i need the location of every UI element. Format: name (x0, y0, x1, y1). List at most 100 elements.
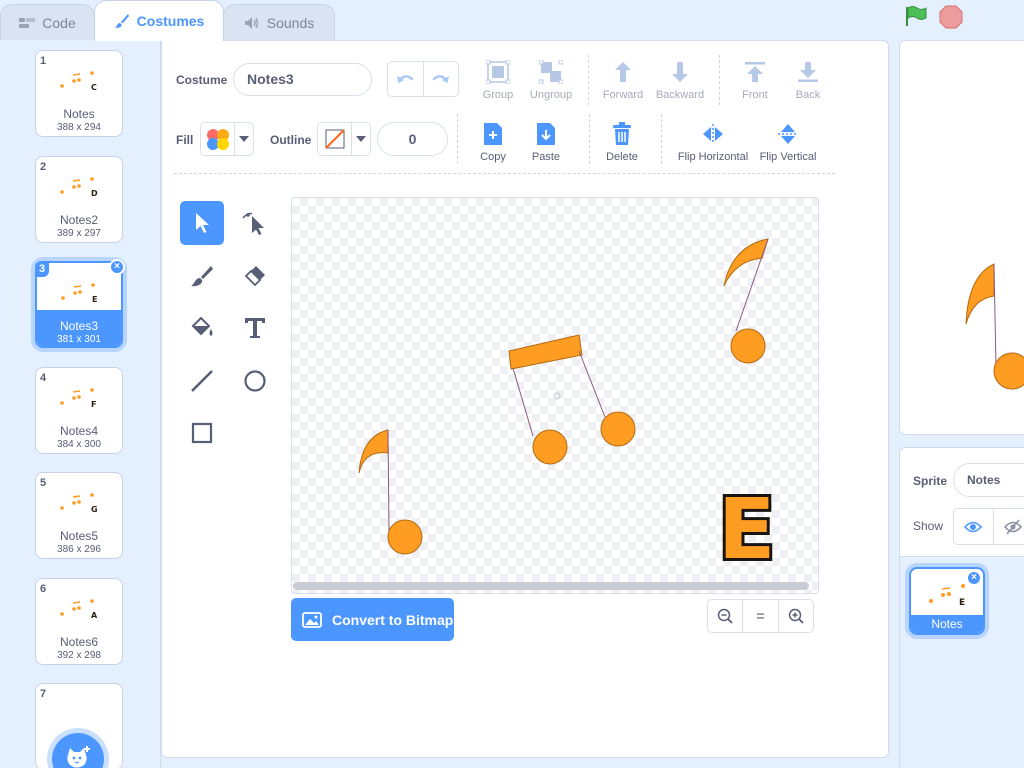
copy-label: Copy (480, 151, 506, 163)
horizontal-scrollbar[interactable] (293, 582, 809, 590)
circle-tool[interactable] (233, 359, 277, 403)
show-hidden-button[interactable] (992, 509, 1024, 544)
reshape-cursor-icon (242, 212, 264, 235)
sprite-info-panel: Sprite Notes Show (899, 447, 1024, 557)
paint-editor: Costume Notes3 Group Ungroup Forward Bac… (161, 40, 889, 758)
back-button[interactable]: Back (778, 59, 838, 101)
fill-tool[interactable] (180, 306, 224, 350)
costume-number: 4 (40, 372, 47, 384)
costume-thumb-letter: D (91, 189, 98, 198)
costume-name: Notes6 (59, 635, 99, 649)
flip-vertical-button[interactable]: Flip Vertical (757, 121, 819, 163)
delete-sprite-icon[interactable]: × (966, 570, 982, 586)
stop-button[interactable] (939, 5, 963, 34)
eye-icon (964, 521, 983, 532)
paste-label: Paste (531, 151, 561, 163)
eraser-icon (244, 266, 265, 287)
costume-thumbnail: E (61, 283, 97, 304)
brush-tool[interactable] (180, 254, 224, 298)
forward-button[interactable]: Forward (593, 59, 653, 101)
sprite-name-input[interactable]: Notes (953, 463, 1024, 497)
undo-icon (397, 75, 414, 83)
delete-costume-icon[interactable]: × (109, 259, 125, 275)
zoom-in-button[interactable] (777, 600, 813, 632)
text-tool[interactable] (233, 306, 277, 350)
costume-item[interactable]: 2 D Notes2 389 x 297 (35, 156, 123, 243)
select-tool[interactable] (180, 201, 224, 245)
forward-icon (615, 61, 631, 82)
costume-list: 1 C Notes 388 x 294 2 D Notes2 389 x 297… (0, 40, 161, 768)
copy-button[interactable]: Copy (463, 121, 523, 163)
outline-color-picker[interactable] (317, 122, 371, 156)
flip-horizontal-button[interactable]: Flip Horizontal (672, 121, 754, 163)
costume-name: Notes2 (59, 213, 99, 227)
flip-horizontal-icon (703, 123, 723, 144)
outline-width-input[interactable]: 0 (377, 122, 448, 156)
group-icon (486, 59, 510, 84)
show-label: Show (913, 519, 944, 533)
costume-thumbnail: F (60, 388, 96, 409)
text-icon (245, 318, 265, 338)
costume-item[interactable]: 6 A Notes6 392 x 298 (35, 578, 123, 665)
stage-preview[interactable] (899, 40, 1024, 435)
green-flag-button[interactable] (904, 5, 928, 32)
back-label: Back (795, 89, 821, 101)
fill-color-picker[interactable] (200, 122, 254, 156)
costume-number: 5 (40, 477, 47, 489)
front-button[interactable]: Front (725, 59, 785, 101)
tab-sounds-label: Sounds (266, 15, 315, 31)
sprite-thumb-letter: E (959, 598, 965, 608)
green-flag-icon (906, 6, 927, 26)
backward-label: Backward (655, 89, 705, 101)
outline-swatch (318, 123, 352, 155)
front-icon (745, 61, 765, 82)
eye-off-icon (1003, 519, 1022, 534)
costume-name: Notes (63, 107, 95, 121)
rectangle-tool[interactable] (180, 411, 224, 455)
forward-label: Forward (602, 89, 644, 101)
reshape-tool[interactable] (233, 201, 277, 245)
costume-item[interactable]: 4 F Notes4 384 x 300 (35, 367, 123, 454)
flip-vertical-icon (778, 123, 798, 144)
costume-item-selected[interactable]: 3 × E Notes3 381 x 301 (35, 259, 125, 348)
group-button[interactable]: Group (468, 59, 528, 101)
costume-name-input[interactable]: Notes3 (233, 63, 372, 96)
redo-icon (432, 75, 449, 83)
undo-button[interactable] (388, 62, 423, 96)
eraser-tool[interactable] (233, 254, 277, 298)
ungroup-button[interactable]: Ungroup (521, 59, 581, 101)
backward-button[interactable]: Backward (650, 59, 710, 101)
paint-bucket-icon (191, 316, 213, 336)
costume-number: 2 (40, 161, 47, 173)
stop-icon (939, 5, 963, 29)
costume-label: Costume (176, 73, 228, 87)
zoom-out-button[interactable] (708, 600, 742, 632)
paint-canvas[interactable]: E (291, 197, 819, 594)
tab-costumes[interactable]: Costumes (94, 0, 224, 41)
costume-item[interactable]: 1 C Notes 388 x 294 (35, 50, 123, 137)
canvas-letter: E (718, 480, 775, 578)
delete-button[interactable]: Delete (592, 121, 652, 163)
convert-to-bitmap-button[interactable]: Convert to Bitmap (291, 598, 454, 641)
chevron-down-icon (235, 123, 253, 155)
paste-button[interactable]: Paste (516, 121, 576, 163)
group-label: Group (482, 89, 514, 101)
ungroup-icon (539, 59, 563, 84)
show-visible-button[interactable] (954, 509, 993, 544)
costume-size: 392 x 298 (57, 650, 101, 661)
undo-redo-group (387, 61, 459, 97)
redo-button[interactable] (422, 62, 459, 96)
zoom-reset-button[interactable]: = (742, 600, 777, 632)
costume-size: 388 x 294 (57, 122, 101, 133)
tab-sounds[interactable]: Sounds (223, 4, 335, 41)
line-tool[interactable] (180, 359, 224, 403)
costume-number: 3 (35, 261, 50, 277)
zoom-in-icon (788, 608, 804, 624)
tab-code[interactable]: Code (0, 4, 95, 41)
editor-tabs: Code Costumes Sounds (0, 0, 340, 41)
sprite-list: E Notes × (899, 557, 1024, 768)
tab-costumes-label: Costumes (136, 13, 205, 29)
sprite-tile-name: Notes (911, 615, 983, 633)
costume-thumbnail: D (60, 177, 98, 198)
costume-item[interactable]: 5 G Notes5 386 x 296 (35, 472, 123, 559)
